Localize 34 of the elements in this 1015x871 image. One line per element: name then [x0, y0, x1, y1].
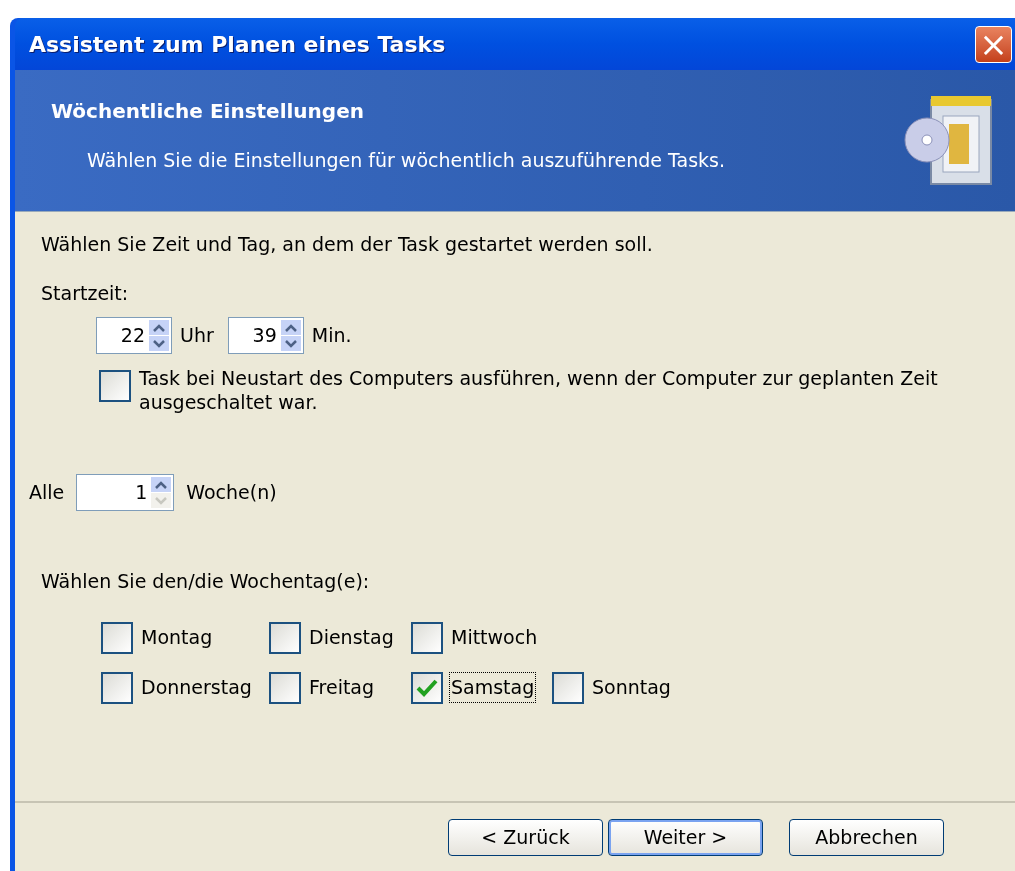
dialog-button[interactable]: Abbrechen	[789, 818, 944, 856]
unit-label: Woche(n)	[186, 480, 277, 506]
scheduler-icon	[903, 94, 993, 188]
checkmark-icon	[416, 677, 438, 698]
checkbox[interactable]	[411, 671, 443, 704]
dialog-button[interactable]: < Zurück	[448, 818, 603, 856]
unit-label: Min.	[311, 323, 352, 349]
checkbox[interactable]	[269, 621, 301, 654]
checkbox[interactable]	[269, 671, 301, 704]
interval-label: Alle	[29, 480, 65, 506]
spinner-field[interactable]: 22	[96, 317, 172, 354]
checkbox-label[interactable]: Mittwoch	[449, 622, 540, 653]
checkbox-label[interactable]: Task bei Neustart des Computers ausführen, wenn der Computer zur geplanten Zeit ausgeschaltet war.	[139, 366, 959, 414]
checkbox-label[interactable]: Freitag	[307, 672, 377, 703]
checkbox-label[interactable]: Sonntag	[590, 672, 673, 703]
checkbox[interactable]	[411, 621, 443, 654]
page-title: Wöchentliche Einstellungen	[51, 98, 365, 125]
instruction-text: Wählen Sie Zeit und Tag, an dem der Task gestartet werden soll.	[41, 232, 654, 257]
close-button[interactable]: ×	[975, 25, 1012, 63]
unit-label: Uhr	[180, 323, 214, 349]
checkbox[interactable]	[99, 370, 131, 402]
checkbox-label[interactable]: Donnerstag	[139, 672, 254, 703]
spinner-field[interactable]: 39	[227, 317, 304, 354]
checkbox-label[interactable]: Samstag	[449, 672, 537, 703]
checkbox[interactable]	[552, 671, 584, 704]
page-subtitle: Wählen Sie die Einstellungen für wöchentlich auszuführende Tasks.	[86, 148, 726, 173]
checkbox[interactable]	[101, 621, 133, 654]
weekday-label: Wählen Sie den/die Wochentag(e):	[41, 569, 371, 594]
checkbox-label[interactable]: Montag	[139, 622, 215, 653]
start-time-label: Startzeit:	[41, 280, 130, 306]
window-title: Assistent zum Planen eines Tasks	[29, 30, 447, 59]
checkbox[interactable]	[101, 671, 133, 704]
dialog-button[interactable]: Weiter >	[608, 818, 763, 856]
checkbox-label[interactable]: Dienstag	[307, 622, 396, 653]
